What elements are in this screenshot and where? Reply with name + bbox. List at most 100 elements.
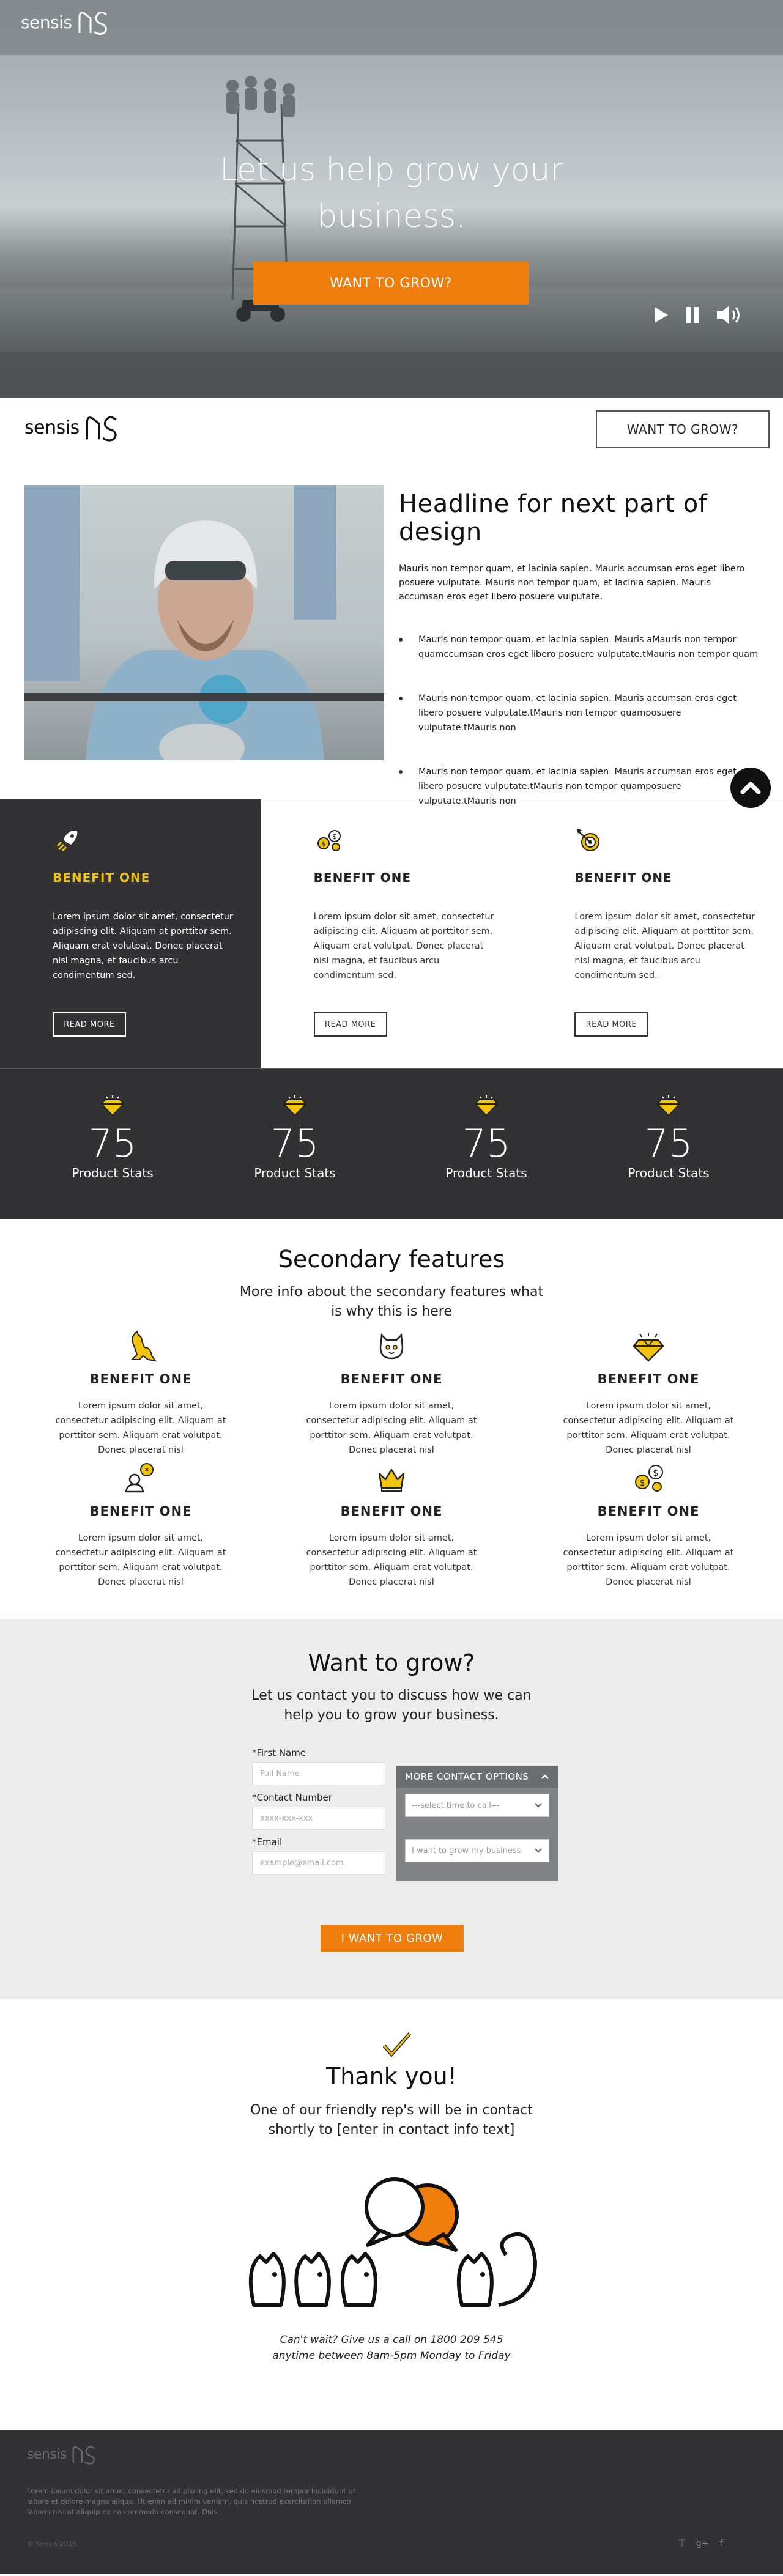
logo-wordmark: sensis [27,2446,67,2462]
stat-label: Product Stats [254,1166,336,1180]
rocket-icon [56,831,78,852]
mascot-illustration [248,2177,537,2307]
logo-mark-icon [86,416,117,442]
svg-text:$: $ [321,840,326,848]
feature-item: $ $ BENEFIT ONE Lorem ipsum dolor sit ame… [563,1461,734,1590]
thank-you-subtitle: One of our friendly rep's will be in con… [250,2103,533,2137]
section-title: Secondary features [278,1246,505,1273]
select-value: ---select time to call--- [412,1801,500,1810]
checkmark-icon [382,2032,412,2057]
hero-title: Let us help grow your business. [220,152,563,235]
i-want-to-grow-button[interactable]: I WANT TO GROW [321,1925,464,1952]
twitter-icon[interactable]: 𝕋 [679,2539,685,2548]
hero-bottom-band [0,352,783,398]
biker-photo [24,485,384,760]
target-icon [577,829,600,851]
benefit-text: Lorem ipsum dolor sit amet, consectetur … [574,912,755,980]
chevron-up-icon [740,782,761,794]
feature-title: BENEFIT ONE [89,1504,192,1519]
secondary-features-section: Secondary features More info about the s… [0,1219,783,1619]
scroll-to-top-button[interactable] [730,768,771,808]
volume-icon[interactable] [716,305,744,325]
play-icon[interactable] [653,306,669,324]
intro-headline: Headline for next part of design [399,490,708,546]
stat-item: 75 Product Stats [64,1094,161,1180]
email-field-group: *Email [252,1837,385,1875]
first-name-field-group: *First Name [252,1747,385,1785]
feature-text: Lorem ipsum dolor sit amet, consectetur … [306,1401,477,1455]
copyright: © Sensis 2015 [27,2540,77,2548]
list-item: Mauris non tempor quam, et lacinia sapie… [399,632,759,662]
crown-icon [378,1468,405,1492]
more-contact-options-toggle[interactable]: MORE CONTACT OPTIONS [396,1766,558,1788]
stat-value: 75 [88,1121,137,1166]
svg-text:$: $ [653,1468,659,1478]
read-more-button[interactable]: READ MORE [574,1012,648,1037]
read-more-button[interactable]: READ MORE [53,1012,126,1037]
stat-value: 75 [644,1121,693,1166]
diamond-icon [656,1095,681,1117]
feature-text: Lorem ipsum dolor sit amet, consectetur … [563,1533,734,1587]
feature-item: BENEFIT ONE Lorem ipsum dolor sit amet, … [306,1329,477,1457]
intro-bullet-list: Mauris non tempor quam, et lacinia sapie… [399,632,759,809]
stat-label: Product Stats [445,1166,527,1180]
feature-item: BENEFIT ONE Lorem ipsum dolor sit amet, … [306,1461,477,1590]
field-label: *First Name [252,1747,306,1758]
benefit-card: BENEFIT ONE Lorem ipsum dolor sit amet, … [0,799,261,1068]
feature-text: Lorem ipsum dolor sit amet, consectetur … [306,1533,477,1587]
want-to-grow-button[interactable]: WANT TO GROW? [253,262,529,305]
feature-title: BENEFIT ONE [340,1504,443,1519]
chevron-up-icon [541,1774,549,1779]
field-label: *Email [252,1837,283,1848]
chevron-down-icon [535,1803,542,1808]
feature-title: BENEFIT ONE [597,1504,700,1519]
hero-logo[interactable]: sensis [21,9,110,35]
read-more-button[interactable]: READ MORE [313,1012,387,1037]
diamond-icon [633,1333,664,1362]
feature-text: Lorem ipsum dolor sit amet, consectetur … [55,1401,226,1455]
coins-icon: $$ [635,1465,663,1492]
contact-subtitle: Let us contact you to discuss how we can… [251,1688,532,1723]
stats-section: 75 Product Stats 75 Product Stats 75 Pro… [0,1068,783,1219]
logo-mark-icon [78,12,107,35]
contact-form-section: Want to grow? Let us contact you to disc… [0,1619,783,1999]
google-plus-icon[interactable]: g+ [696,2539,709,2548]
person-chat-icon [125,1463,154,1493]
footer-logo[interactable]: sensis [27,2443,97,2465]
benefit-title: BENEFIT ONE [574,870,672,885]
contact-number-input[interactable] [252,1807,385,1830]
feature-title: BENEFIT ONE [340,1372,443,1386]
email-input[interactable] [252,1851,385,1875]
pause-icon[interactable] [685,306,700,324]
header-logo[interactable]: sensis [24,413,120,442]
intro-section: Headline for next part of design Mauris … [0,459,783,808]
hero-top-bar [0,0,783,55]
benefit-card: BENEFIT ONE Lorem ipsum dolor sit amet, … [522,799,783,1068]
first-name-input[interactable] [252,1762,385,1785]
benefit-text: Lorem ipsum dolor sit amet, consectetur … [313,912,494,980]
cat-icon [379,1333,404,1360]
coins-icon: $ $ [317,830,341,851]
call-time-select[interactable]: ---select time to call--- [405,1794,549,1817]
select-value: I want to grow my business [412,1846,521,1856]
kangaroo-icon [130,1330,157,1362]
feature-item: BENEFIT ONE Lorem ipsum dolor sit amet, … [55,1329,226,1457]
list-item: Mauris non tempor quam, et lacinia sapie… [399,691,759,735]
benefit-title: BENEFIT ONE [313,870,412,885]
feature-text: Lorem ipsum dolor sit amet, consectetur … [563,1401,734,1455]
video-controls [653,305,744,325]
diamond-icon [474,1095,499,1117]
header-want-to-grow-button[interactable]: WANT TO GROW? [596,410,770,448]
chevron-down-icon [535,1848,542,1853]
feature-title: BENEFIT ONE [597,1372,700,1386]
benefits-section: BENEFIT ONE Lorem ipsum dolor sit amet, … [0,799,783,1068]
stat-item: 75 Product Stats [437,1094,535,1180]
facebook-icon[interactable]: f [720,2539,723,2548]
stat-item: 75 Product Stats [246,1094,344,1180]
options-title: MORE CONTACT OPTIONS [405,1771,529,1782]
sticky-header: sensis WANT TO GROW? [0,398,783,459]
more-contact-options-panel: MORE CONTACT OPTIONS ---select time to c… [396,1766,558,1881]
stat-label: Product Stats [628,1166,710,1180]
reason-select[interactable]: I want to grow my business [405,1839,549,1862]
logo-wordmark: sensis [21,12,72,32]
